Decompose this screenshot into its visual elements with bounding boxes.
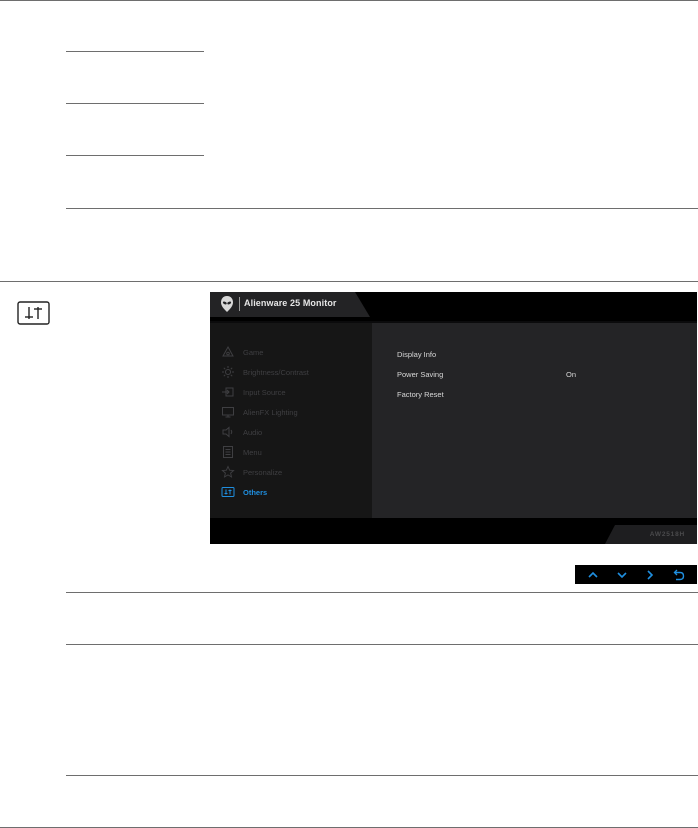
chevron-right-icon[interactable]	[642, 567, 658, 583]
osd-screen: Alienware 25 Monitor Game Brightness/Con…	[210, 292, 697, 544]
brightness-icon	[222, 366, 234, 378]
alienfx-lighting-icon	[222, 407, 234, 418]
menu-item-menu[interactable]: Menu	[221, 444, 262, 460]
table-rule	[66, 592, 698, 593]
back-icon[interactable]	[671, 567, 687, 583]
osd-main-menu: Game Brightness/Contrast Input Source Al…	[210, 323, 372, 518]
chevron-up-icon[interactable]	[585, 567, 601, 583]
alien-head-logo-icon	[221, 296, 233, 312]
menu-item-input-source[interactable]: Input Source	[221, 384, 286, 400]
osd-title-bar: Alienware 25 Monitor	[210, 292, 370, 317]
audio-icon	[222, 426, 233, 438]
osd-body: Game Brightness/Contrast Input Source Al…	[210, 323, 697, 518]
display-info-option[interactable]: Display Info	[397, 350, 436, 359]
personalize-icon	[221, 465, 235, 478]
table-rule	[66, 51, 204, 52]
menu-item-brightness-contrast[interactable]: Brightness/Contrast	[221, 364, 309, 380]
others-icon	[17, 301, 50, 325]
menu-label: AlienFX Lighting	[243, 407, 298, 417]
menu-item-personalize[interactable]: Personalize	[221, 464, 282, 480]
menu-label: Brightness/Contrast	[243, 367, 309, 377]
menu-item-game[interactable]: Game	[221, 344, 263, 360]
power-saving-option[interactable]: Power Saving	[397, 370, 443, 379]
osd-footer: AW2518H	[210, 518, 697, 544]
model-plate: AW2518H	[605, 525, 697, 544]
model-name: AW2518H	[649, 531, 685, 538]
menu-label: Input Source	[243, 387, 286, 397]
menu-item-others[interactable]: Others	[221, 484, 267, 500]
menu-label: Menu	[243, 447, 262, 457]
menu-label: Others	[243, 487, 268, 497]
title-divider	[239, 297, 240, 311]
table-rule	[66, 155, 204, 156]
table-rule	[0, 281, 698, 282]
menu-icon	[223, 446, 233, 458]
table-rule	[66, 775, 698, 776]
table-rule	[66, 103, 204, 104]
table-rule	[66, 208, 698, 209]
menu-label: Personalize	[243, 467, 283, 477]
osd-header: Alienware 25 Monitor	[210, 292, 697, 321]
game-icon	[222, 345, 234, 357]
others-icon	[221, 487, 235, 497]
factory-reset-option[interactable]: Factory Reset	[397, 390, 444, 399]
power-saving-value: On	[566, 370, 577, 379]
osd-navigation-bar	[575, 565, 697, 584]
menu-label: Audio	[243, 427, 263, 437]
chevron-down-icon[interactable]	[614, 567, 630, 583]
osd-title: Alienware 25 Monitor	[244, 298, 337, 308]
osd-submenu-panel: Display Info Power Saving On Factory Res…	[372, 323, 697, 518]
menu-label: Game	[243, 347, 264, 357]
menu-item-alienfx-lighting[interactable]: AlienFX Lighting	[221, 404, 298, 420]
table-rule	[66, 644, 698, 645]
menu-item-audio[interactable]: Audio	[221, 424, 262, 440]
page-top-rule	[0, 0, 698, 1]
input-source-icon	[222, 387, 234, 397]
